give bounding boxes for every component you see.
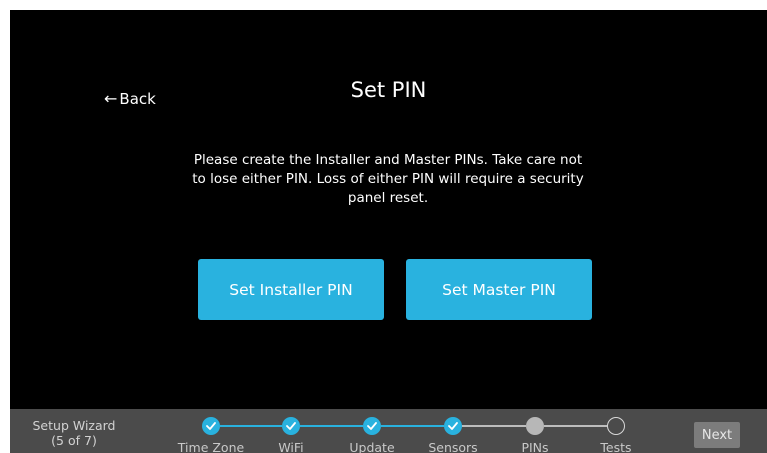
- step-complete-check-icon: [202, 417, 220, 435]
- wizard-footer: Setup Wizard (5 of 7) Time Zone WiFi Updat…: [10, 409, 767, 453]
- stepper-connector: [544, 425, 607, 427]
- step-label: PINs: [521, 440, 549, 453]
- stepper-connector: [381, 425, 444, 427]
- wizard-stepper: Time Zone WiFi Update Sensors PINs Tests: [10, 409, 767, 453]
- setup-screen: ← Back Set PIN Please create the Install…: [10, 10, 767, 453]
- step-label: Update: [349, 440, 395, 453]
- step-complete-check-icon: [363, 417, 381, 435]
- next-button[interactable]: Next: [694, 422, 740, 448]
- step-complete-check-icon: [282, 417, 300, 435]
- page-title: Set PIN: [350, 78, 427, 102]
- pin-instructions: Please create the Installer and Master P…: [192, 152, 584, 206]
- set-installer-pin-button[interactable]: Set Installer PIN: [198, 259, 384, 320]
- step-pending-circle-icon: [607, 417, 625, 435]
- step-label: Tests: [600, 440, 632, 453]
- stepper-connector: [220, 425, 282, 427]
- stepper-connector: [462, 425, 526, 427]
- step-label: Time Zone: [177, 440, 245, 453]
- stepper-connector: [300, 425, 363, 427]
- step-current-dot-icon: [526, 417, 544, 435]
- step-label: Sensors: [428, 440, 478, 453]
- set-master-pin-button[interactable]: Set Master PIN: [406, 259, 592, 320]
- step-complete-check-icon: [444, 417, 462, 435]
- step-label: WiFi: [278, 440, 304, 453]
